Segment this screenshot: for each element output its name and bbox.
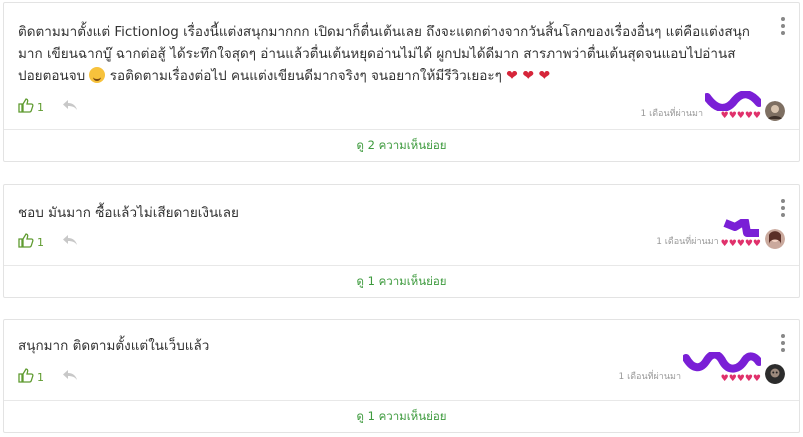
comment-meta: 1 เดือนที่ผ่านมา ♥♥♥♥♥	[641, 91, 785, 121]
redacted-username	[723, 219, 759, 237]
rating-hearts: ♥♥♥♥♥	[720, 111, 761, 121]
comment-time: 1 เดือนที่ผ่านมา	[640, 109, 703, 119]
avatar[interactable]	[765, 364, 785, 384]
author-info: ♥♥♥♥♥	[705, 91, 761, 121]
comment-meta: 1 เดือนที่ผ่านมา ♥♥♥♥♥	[619, 352, 785, 384]
reply-button[interactable]	[62, 99, 78, 111]
avatar[interactable]	[765, 101, 785, 121]
comment-card: ติดตามมาตั้งแต่ Fictionlog เรื่องนี้แต่ง…	[3, 2, 800, 162]
thumbs-up-icon	[18, 367, 34, 383]
like-count: 1	[37, 236, 44, 249]
avatar[interactable]	[765, 229, 785, 249]
like-button[interactable]: 1	[18, 231, 44, 249]
thumbs-up-icon	[18, 97, 34, 113]
comment-actions: 1	[18, 96, 78, 114]
comment-text: ชอบ มันมาก ซื้อแล้วไม่เสียดายเงินเลย	[18, 202, 759, 224]
author-info: ♥♥♥♥♥	[683, 352, 761, 384]
like-count: 1	[37, 371, 44, 384]
reply-arrow-icon	[63, 370, 77, 380]
comment-card: สนุกมาก ติดตามตั้งแต่ในเว็บแล้ว 1 1 เดือ…	[3, 319, 800, 433]
redacted-username	[705, 91, 761, 111]
redacted-username	[683, 352, 761, 373]
comment-meta: 1 เดือนที่ผ่านมา ♥♥♥♥♥	[656, 219, 785, 249]
comment-time: 1 เดือนที่ผ่านมา	[656, 237, 719, 247]
comment-menu-icon[interactable]	[780, 17, 786, 35]
reply-arrow-icon	[63, 100, 77, 110]
like-button[interactable]: 1	[18, 96, 44, 114]
comment-text: ติดตามมาตั้งแต่ Fictionlog เรื่องนี้แต่ง…	[18, 21, 759, 87]
comment-body: สนุกมาก ติดตามตั้งแต่ในเว็บแล้ว	[18, 338, 210, 354]
reply-arrow-icon	[63, 235, 77, 245]
inline-hearts: ❤ ❤ ❤	[506, 68, 551, 84]
comment-actions: 1	[18, 366, 78, 384]
comment-card: ชอบ มันมาก ซื้อแล้วไม่เสียดายเงินเลย 1 1…	[3, 184, 800, 298]
comment-body: ชอบ มันมาก ซื้อแล้วไม่เสียดายเงินเลย	[18, 205, 239, 221]
comment-time: 1 เดือนที่ผ่านมา	[618, 372, 681, 382]
reply-button[interactable]	[62, 234, 78, 246]
comment-menu-icon[interactable]	[780, 334, 786, 352]
reply-button[interactable]	[62, 369, 78, 381]
author-info: ♥♥♥♥♥	[721, 219, 761, 249]
rating-hearts: ♥♥♥♥♥	[720, 239, 761, 249]
thumbs-up-icon	[18, 232, 34, 248]
laughing-emoji-icon	[89, 67, 106, 83]
view-replies-link[interactable]: ดู 2 ความเห็นย่อย	[4, 129, 799, 161]
like-count: 1	[37, 101, 44, 114]
comment-body-cont: รอติดตามเรื่องต่อไป คนแต่งเขียนดีมากจริง…	[109, 68, 502, 84]
comment-menu-icon[interactable]	[780, 199, 786, 217]
rating-hearts: ♥♥♥♥♥	[720, 374, 761, 384]
view-replies-link[interactable]: ดู 1 ความเห็นย่อย	[4, 265, 799, 297]
view-replies-link[interactable]: ดู 1 ความเห็นย่อย	[4, 400, 799, 432]
like-button[interactable]: 1	[18, 366, 44, 384]
comment-actions: 1	[18, 231, 78, 249]
